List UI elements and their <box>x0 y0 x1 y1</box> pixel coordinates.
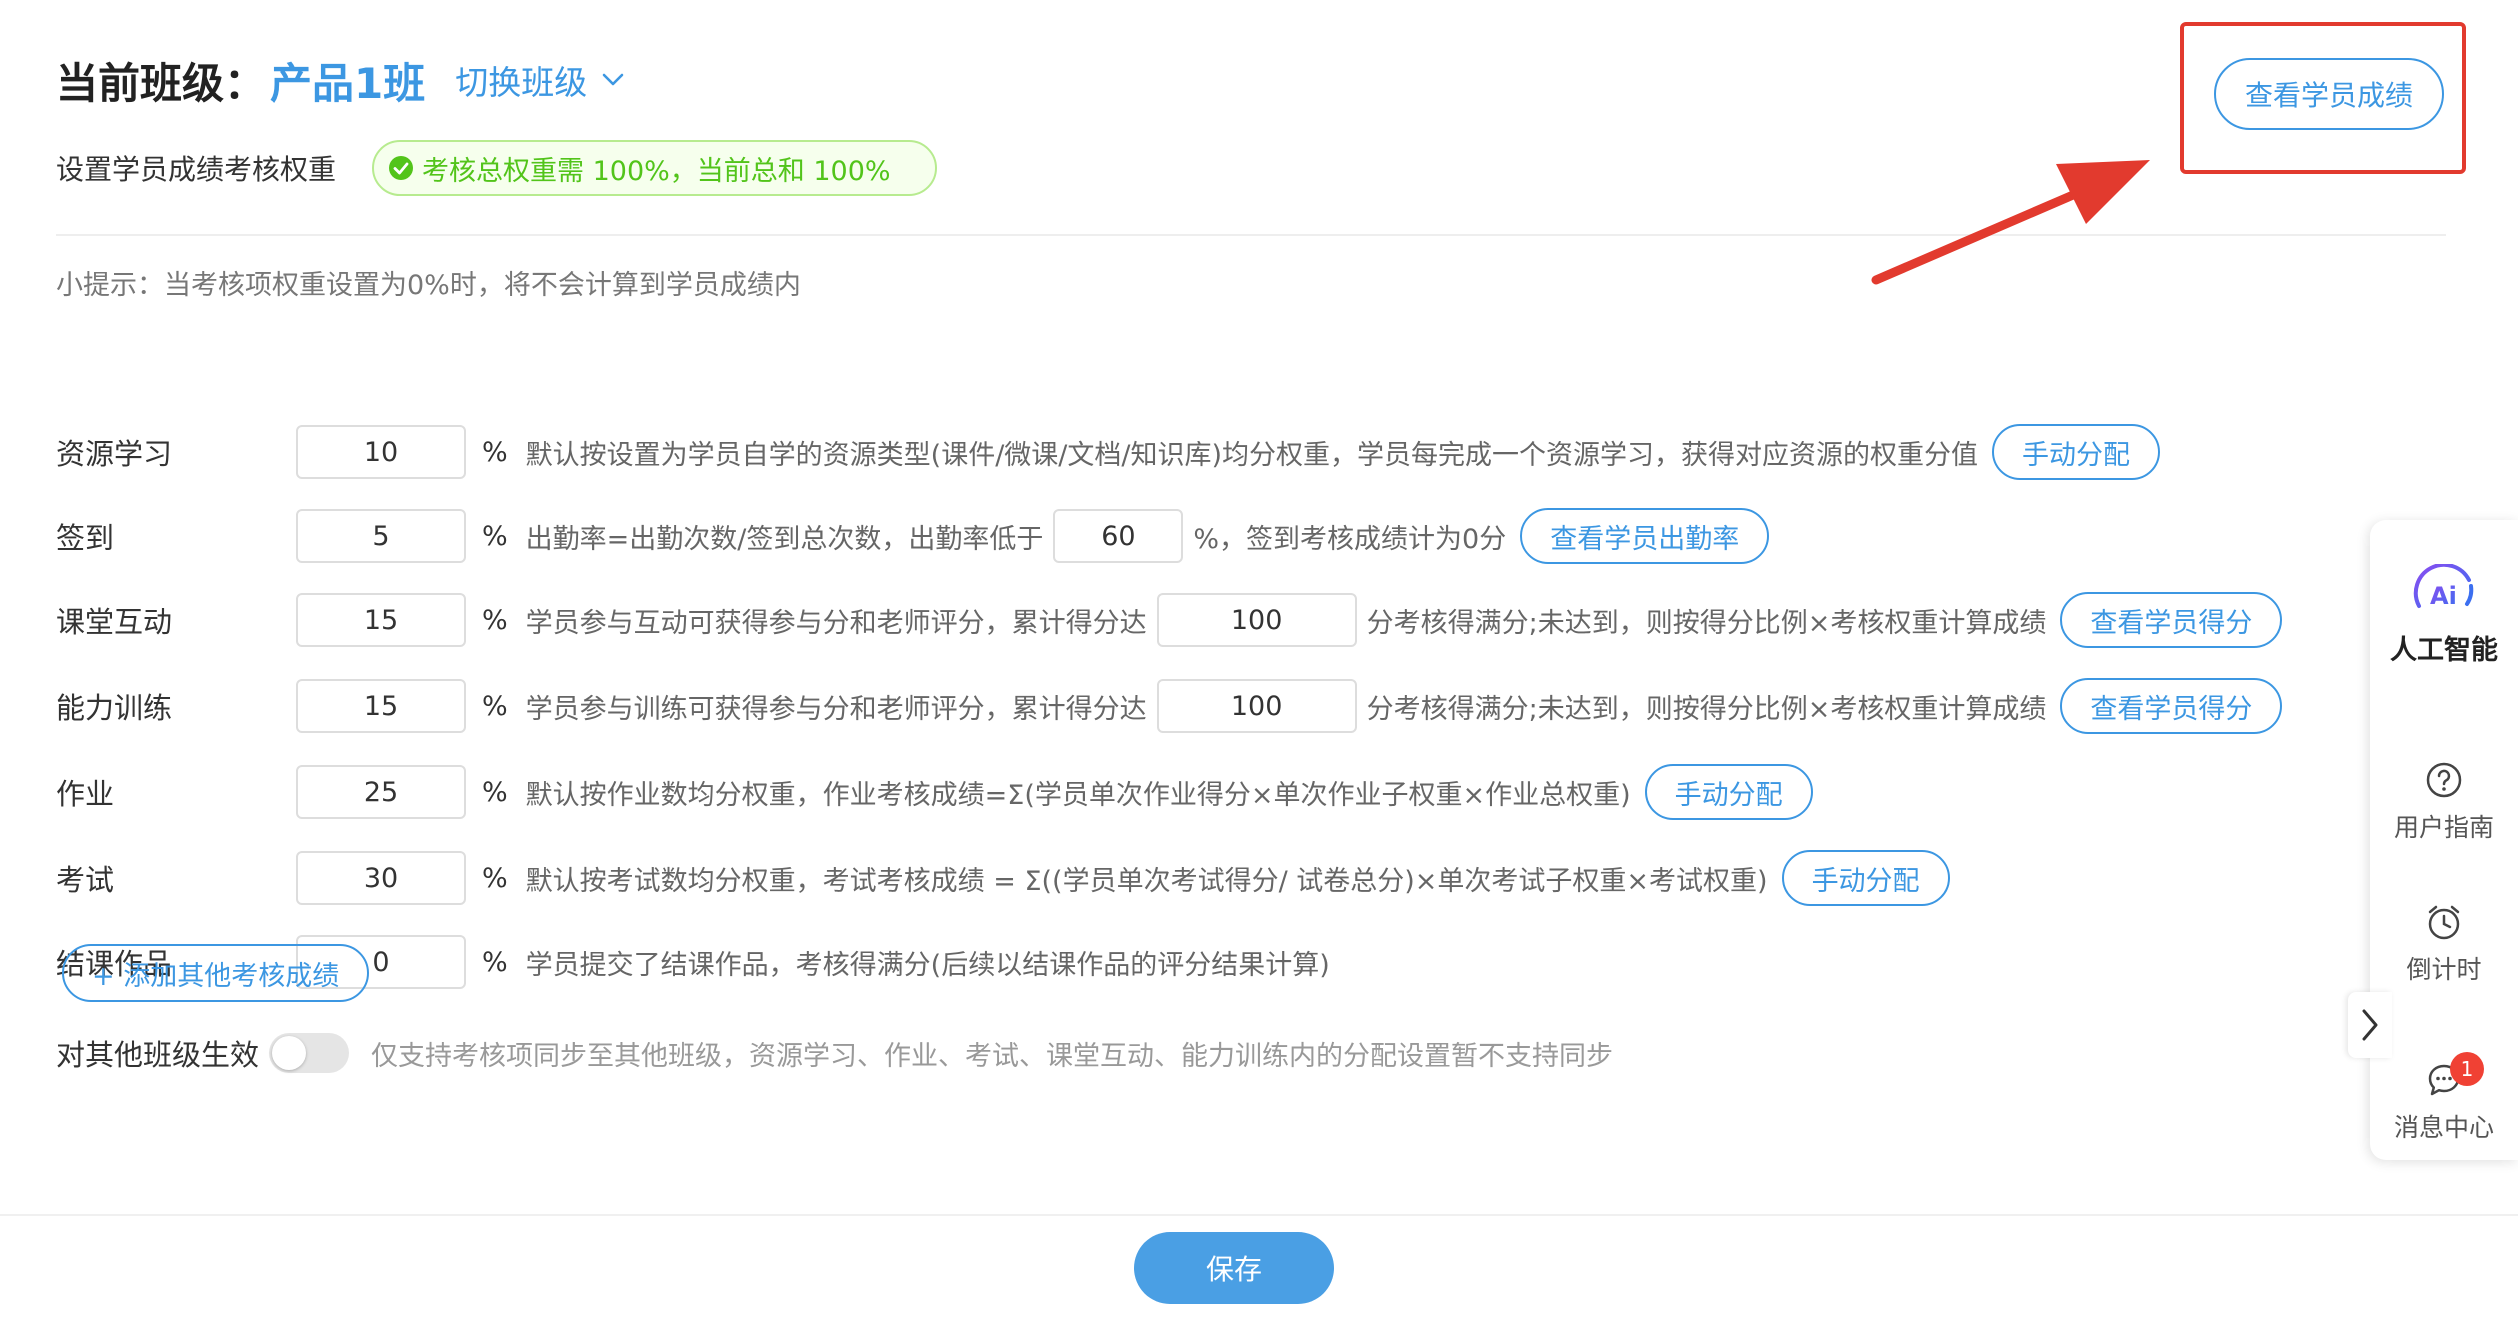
manual-assign-button-homework[interactable]: 手动分配 <box>1644 764 1813 820</box>
row-description-suffix: 分考核得满分;未达到，则按得分比例×考核权重计算成绩 <box>1366 693 2047 725</box>
switch-class-label: 切换班级 <box>455 63 588 102</box>
manual-assign-button-resource[interactable]: 手动分配 <box>1992 424 2161 480</box>
view-scores-button-training[interactable]: 查看学员得分 <box>2060 678 2283 734</box>
view-scores-button-interaction[interactable]: 查看学员得分 <box>2060 592 2283 648</box>
interaction-score-input[interactable] <box>1156 593 1357 647</box>
view-attendance-button[interactable]: 查看学员出勤率 <box>1520 508 1770 564</box>
sidebar-item-timer[interactable]: 倒计时 <box>2370 902 2518 986</box>
sync-note: 仅支持考核项同步至其他班级，资源学习、作业、考试、课堂互动、能力训练内的分配设置… <box>371 1040 1614 1072</box>
sidebar-label-guide: 用户指南 <box>2393 813 2494 842</box>
percent-sign: % <box>482 862 508 894</box>
row-description: 学员参与互动可获得参与分和老师评分，累计得分达 <box>525 607 1147 639</box>
row-label: 资源学习 <box>56 437 173 471</box>
chevron-down-icon <box>602 73 624 86</box>
row-description: 出勤率=出勤次数/签到总次数，出勤率低于 <box>525 523 1044 555</box>
sync-label: 对其他班级生效 <box>56 1038 260 1072</box>
current-class-name: 产品1班 <box>270 58 426 108</box>
row-resource: 资源学习 % 默认按设置为学员自学的资源类型(课件/微课/文档/知识库)均分权重… <box>56 424 2161 480</box>
sidebar-label-timer: 倒计时 <box>2406 955 2482 984</box>
sidebar-collapse-button[interactable] <box>2348 992 2392 1058</box>
check-circle-icon <box>388 155 414 181</box>
chevron-right-icon <box>2362 1009 2378 1041</box>
add-assessment-button[interactable]: + 添加其他考核成绩 <box>62 944 370 1002</box>
weight-input-checkin[interactable] <box>296 509 466 563</box>
question-circle-icon <box>2426 762 2462 798</box>
row-label: 课堂互动 <box>56 605 173 639</box>
annotation-highlight-box <box>2180 22 2466 174</box>
percent-sign: % <box>482 520 508 552</box>
row-exam: 考试 % 默认按考试数均分权重，考试考核成绩 = Σ((学员单次考试得分/ 试卷… <box>56 850 1950 906</box>
manual-assign-button-exam[interactable]: 手动分配 <box>1781 850 1950 906</box>
weight-input-homework[interactable] <box>296 765 466 819</box>
row-description: 学员提交了结课作品，考核得满分(后续以结课作品的评分结果计算) <box>525 949 1330 981</box>
sidebar-item-ai[interactable]: Ai 人工智能 <box>2370 564 2518 667</box>
toggle-knob <box>272 1036 307 1070</box>
attendance-threshold-input[interactable] <box>1053 509 1184 563</box>
ai-icon: Ai <box>2413 564 2474 610</box>
percent-sign: % <box>482 776 508 808</box>
tip-text: 小提示：当考核项权重设置为0%时，将不会计算到学员成绩内 <box>56 270 801 301</box>
row-description: 默认按考试数均分权重，考试考核成绩 = Σ((学员单次考试得分/ 试卷总分)×单… <box>525 865 1768 897</box>
ai-mark: Ai <box>2430 582 2457 610</box>
weight-status-badge: 考核总权重需 100%，当前总和 100% <box>372 140 937 196</box>
row-interaction: 课堂互动 % 学员参与互动可获得参与分和老师评分，累计得分达 分考核得满分;未达… <box>56 592 2283 648</box>
percent-sign: % <box>482 946 508 978</box>
sidebar-label-ai: 人工智能 <box>2390 635 2498 666</box>
weight-input-exam[interactable] <box>296 851 466 905</box>
page: 当前班级： 产品1班 切换班级 设置学员成绩考核权重 考核总权重需 100%，当… <box>0 0 2518 1334</box>
current-class-label: 当前班级： <box>56 58 267 108</box>
row-description-suffix: %，签到考核成绩计为0分 <box>1193 523 1507 555</box>
row-label: 作业 <box>56 777 115 811</box>
row-description: 默认按作业数均分权重，作业考核成绩=Σ(学员单次作业得分×单次作业子权重×作业总… <box>525 779 1631 811</box>
footer-divider <box>0 1214 2518 1216</box>
floating-sidebar: Ai 人工智能 用户指南 倒计时 1 消息中心 <box>2370 520 2518 1160</box>
message-count-badge: 1 <box>2450 1052 2484 1086</box>
weight-row: 设置学员成绩考核权重 考核总权重需 100%，当前总和 100% <box>56 138 937 198</box>
weight-input-training[interactable] <box>296 679 466 733</box>
row-description: 默认按设置为学员自学的资源类型(课件/微课/文档/知识库)均分权重，学员每完成一… <box>525 439 1979 471</box>
percent-sign: % <box>482 436 508 468</box>
weight-input-resource[interactable] <box>296 425 466 479</box>
class-header: 当前班级： 产品1班 切换班级 <box>56 44 625 116</box>
weight-input-interaction[interactable] <box>296 593 466 647</box>
switch-class-button[interactable]: 切换班级 <box>455 56 625 104</box>
row-description-suffix: 分考核得满分;未达到，则按得分比例×考核权重计算成绩 <box>1366 607 2047 639</box>
sidebar-item-guide[interactable]: 用户指南 <box>2370 760 2518 844</box>
percent-sign: % <box>482 604 508 636</box>
sync-row: 对其他班级生效 仅支持考核项同步至其他班级，资源学习、作业、考试、课堂互动、能力… <box>56 1026 1613 1080</box>
row-checkin: 签到 % 出勤率=出勤次数/签到总次数，出勤率低于 %，签到考核成绩计为0分 查… <box>56 508 1770 564</box>
alarm-clock-icon <box>2428 905 2460 940</box>
percent-sign: % <box>482 690 508 722</box>
row-label: 能力训练 <box>56 691 173 725</box>
training-score-input[interactable] <box>1156 679 1357 733</box>
row-label: 签到 <box>56 521 115 555</box>
save-button[interactable]: 保存 <box>1134 1232 1334 1304</box>
sidebar-item-messages[interactable]: 1 消息中心 <box>2370 1052 2518 1144</box>
sidebar-label-messages: 消息中心 <box>2393 1113 2494 1142</box>
row-label: 考试 <box>56 863 115 897</box>
row-description: 学员参与训练可获得参与分和老师评分，累计得分达 <box>525 693 1147 725</box>
row-training: 能力训练 % 学员参与训练可获得参与分和老师评分，累计得分达 分考核得满分;未达… <box>56 678 2283 734</box>
weight-status-text: 考核总权重需 100%，当前总和 100% <box>422 155 891 187</box>
sync-toggle[interactable] <box>269 1033 350 1073</box>
row-homework: 作业 % 默认按作业数均分权重，作业考核成绩=Σ(学员单次作业得分×单次作业子权… <box>56 764 1813 820</box>
annotation-arrow-icon <box>1871 160 2150 285</box>
weight-label: 设置学员成绩考核权重 <box>56 153 337 186</box>
